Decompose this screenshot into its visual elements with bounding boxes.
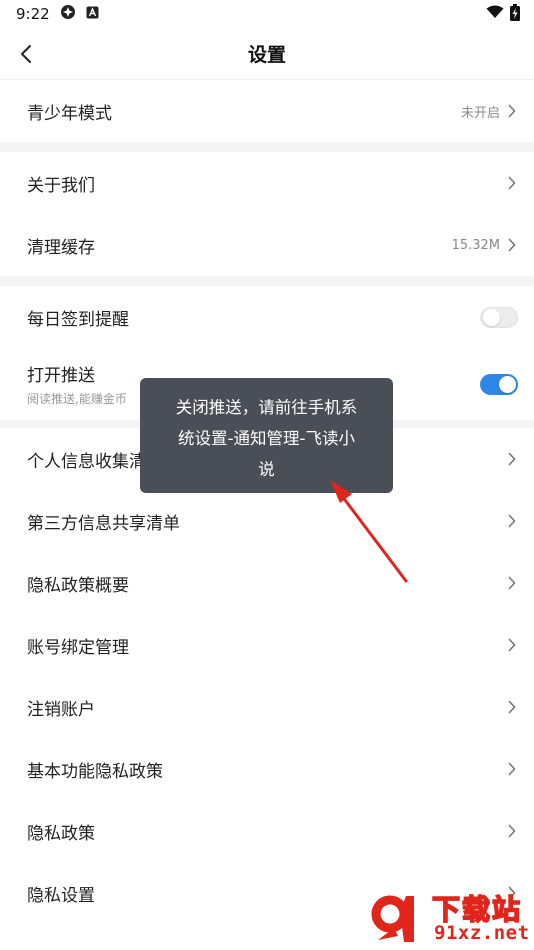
section-divider [0, 142, 534, 152]
watermark-url: 91xz.net [434, 922, 530, 944]
chevron-right-icon [508, 576, 518, 590]
a-notification-icon [86, 5, 99, 23]
row-clear-cache[interactable]: 清理缓存 15.32M [0, 214, 534, 276]
row-label: 每日签到提醒 [27, 309, 129, 330]
row-label: 关于我们 [27, 175, 95, 196]
row-label: 账号绑定管理 [27, 637, 129, 658]
row-teen-mode[interactable]: 青少年模式 未开启 [0, 80, 534, 142]
chevron-right-icon [508, 514, 518, 528]
back-button[interactable] [10, 38, 42, 70]
row-label: 隐私政策概要 [27, 575, 129, 596]
row-label: 基本功能隐私政策 [27, 761, 163, 782]
row-basic-privacy-policy[interactable]: 基本功能隐私政策 [0, 738, 534, 800]
row-label: 第三方信息共享清单 [27, 513, 180, 534]
row-account-binding[interactable]: 账号绑定管理 [0, 614, 534, 676]
toast-line: 统设置-通知管理-飞读小 [178, 429, 355, 448]
toast-message: 关闭推送，请前往手机系 统设置-通知管理-飞读小 说 [140, 378, 393, 493]
row-label: 青少年模式 [27, 103, 112, 124]
toast-line: 关闭推送，请前往手机系 [175, 398, 358, 417]
chevron-right-icon [508, 452, 518, 466]
header: 设置 [0, 28, 534, 80]
row-delete-account[interactable]: 注销账户 [0, 676, 534, 738]
row-about-us[interactable]: 关于我们 [0, 152, 534, 214]
row-label: 打开推送 [27, 366, 95, 386]
row-privacy-summary[interactable]: 隐私政策概要 [0, 552, 534, 614]
chevron-right-icon [508, 238, 518, 252]
row-daily-checkin-reminder: 每日签到提醒 [0, 286, 534, 348]
row-privacy-policy[interactable]: 隐私政策 [0, 800, 534, 862]
battery-charging-icon [510, 3, 520, 25]
chevron-right-icon [508, 762, 518, 776]
wifi-icon [486, 5, 504, 23]
page-title: 设置 [247, 44, 286, 66]
status-time: 9:22 [16, 5, 50, 23]
chevron-right-icon [508, 104, 518, 118]
status-bar: 9:22 [0, 0, 534, 28]
chevron-right-icon [508, 176, 518, 190]
row-label: 隐私设置 [27, 885, 95, 906]
daily-checkin-toggle[interactable] [480, 306, 518, 328]
toast-line: 说 [258, 460, 275, 479]
chevron-left-icon [21, 45, 31, 63]
row-sublabel: 阅读推送,能赚金币 [27, 392, 127, 406]
app-notification-icon [60, 4, 76, 24]
row-third-party-sharing[interactable]: 第三方信息共享清单 [0, 490, 534, 552]
chevron-right-icon [508, 638, 518, 652]
row-label: 隐私政策 [27, 823, 95, 844]
row-label: 注销账户 [27, 699, 95, 720]
push-toggle[interactable] [480, 373, 518, 395]
chevron-right-icon [508, 824, 518, 838]
chevron-right-icon [508, 700, 518, 714]
row-label: 清理缓存 [27, 237, 95, 258]
cache-size: 15.32M [451, 237, 500, 253]
row-value: 未开启 [460, 105, 500, 121]
section-divider [0, 276, 534, 286]
watermark: 下载站 91xz.net [370, 888, 530, 948]
watermark-logo-icon [371, 895, 414, 942]
